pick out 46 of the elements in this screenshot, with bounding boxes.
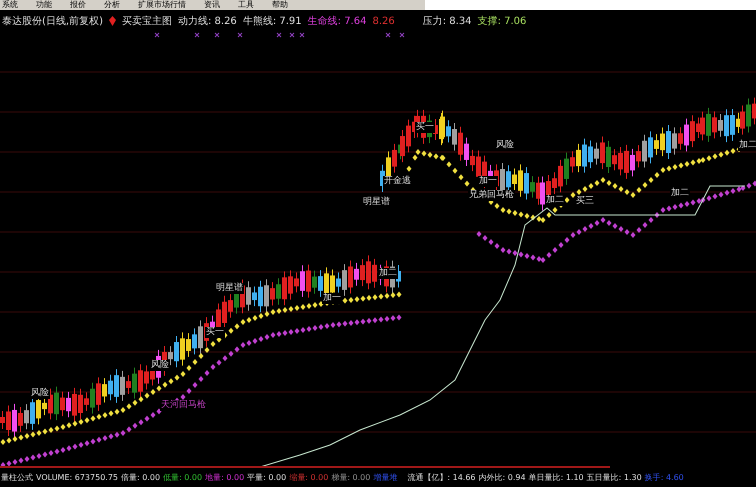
- indicator-name: 买卖宝主图: [122, 14, 172, 28]
- volume-stat: 换手: 4.60: [644, 472, 684, 484]
- indicator-value: 支撑: 7.06: [478, 14, 526, 28]
- signal-label: 开金逃: [383, 176, 412, 187]
- signal-label: 买一: [205, 327, 225, 338]
- volume-stat: 内外比: 0.94: [478, 472, 526, 484]
- signal-label: 买一: [415, 122, 435, 133]
- signal-label: 兄弟回马枪: [468, 190, 515, 201]
- signal-label: 明星谱: [362, 197, 391, 208]
- volume-stat: 流通【亿】: 14.66: [407, 472, 476, 484]
- menu-item[interactable]: 工具: [238, 0, 254, 10]
- signal-label: 风险: [495, 140, 515, 151]
- volume-stat: 梯量: 0.00: [331, 472, 370, 484]
- indicator-value: 动力线: 8.26: [178, 14, 237, 28]
- indicator-value: 牛熊线: 7.91: [242, 14, 302, 28]
- stock-title: 泰达股份(日线,前复权): [2, 14, 103, 28]
- volume-stat: 增量堆: [373, 472, 398, 484]
- signal-label: 加一: [322, 293, 342, 304]
- menu-item[interactable]: 资讯: [204, 0, 220, 10]
- menu-item[interactable]: 系统: [2, 0, 18, 10]
- signal-label: 明星谱: [215, 283, 244, 294]
- signal-label: 风险: [30, 388, 50, 399]
- volume-stat: VOLUME: 673750.75: [36, 472, 118, 484]
- indicator-value: 生命线: 7.64: [308, 14, 366, 28]
- signal-label: 加二: [378, 268, 398, 279]
- indicator-value: 压力: 8.34: [422, 14, 472, 28]
- signal-label: 加一: [478, 176, 498, 187]
- signal-label: 买三: [575, 196, 595, 207]
- indicator-value: 8.26: [372, 14, 395, 28]
- volume-stat: 地量: 0.00: [205, 472, 244, 484]
- volume-stat: 低量: 0.00: [163, 472, 202, 484]
- volume-stat: 平量: 0.00: [247, 472, 286, 484]
- volume-stat: 量柱公式: [1, 472, 33, 484]
- signal-label: 加二: [670, 188, 690, 199]
- volume-stat: 倍量: 0.00: [121, 472, 160, 484]
- menu-item[interactable]: 分析: [104, 0, 120, 10]
- signal-label: 加二: [545, 195, 565, 206]
- volume-stat: 缩量: 0.00: [289, 472, 328, 484]
- menu-item[interactable]: 帮助: [272, 0, 288, 10]
- signal-label: 风险: [150, 360, 170, 371]
- menu-item[interactable]: 功能: [36, 0, 52, 10]
- menu-item[interactable]: 扩展市场行情: [138, 0, 186, 10]
- volume-stat: 单日量比: 1.10: [528, 472, 584, 484]
- signal-label: 天河回马枪: [160, 400, 207, 411]
- menu-item[interactable]: 报价: [70, 0, 86, 10]
- volume-stat: 五日量比: 1.30: [586, 472, 642, 484]
